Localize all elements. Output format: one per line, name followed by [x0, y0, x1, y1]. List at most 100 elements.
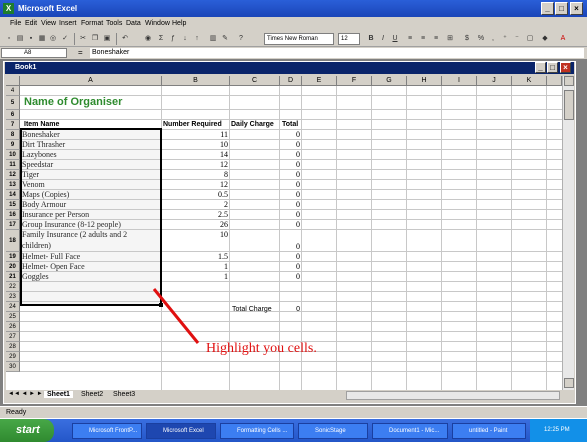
cell[interactable]: 0	[280, 150, 300, 159]
scroll-up-icon[interactable]	[564, 76, 574, 86]
row-header[interactable]: 22	[6, 282, 20, 292]
col-header-i[interactable]: I	[442, 76, 477, 86]
undo-icon[interactable]: ↶	[120, 34, 130, 44]
formula-input[interactable]: Boneshaker	[90, 48, 584, 58]
task-paint[interactable]: untitled - Paint	[452, 423, 526, 439]
row-header[interactable]: 8	[6, 130, 20, 140]
cell[interactable]: 12	[162, 180, 228, 189]
menu-tools[interactable]: Tools	[106, 20, 122, 27]
tab-sheet3[interactable]: Sheet3	[110, 391, 138, 398]
col-header-j[interactable]: J	[477, 76, 512, 86]
col-header-g[interactable]: G	[372, 76, 407, 86]
col-header-h[interactable]: H	[407, 76, 442, 86]
borders-icon[interactable]: ▢	[525, 34, 535, 44]
align-left-icon[interactable]: ≡	[405, 34, 415, 44]
row-header[interactable]: 12	[6, 170, 20, 180]
menu-edit[interactable]: Edit	[25, 20, 37, 27]
cell[interactable]: 0	[280, 140, 300, 149]
row-header[interactable]: 26	[6, 322, 20, 332]
spreadsheet-grid[interactable]: A B C D E F G H I J K 4 5 6 7 8 9 10 11 12 13 14 15…	[6, 76, 562, 390]
decrease-decimal-icon[interactable]: ⁻	[512, 34, 522, 44]
cell[interactable]: 0	[280, 170, 300, 179]
chart-icon[interactable]: ▥	[208, 34, 218, 44]
col-header-c[interactable]: C	[230, 76, 280, 86]
cell[interactable]: 1	[162, 272, 228, 281]
underline-icon[interactable]: U	[390, 34, 400, 44]
row-header[interactable]: 23	[6, 292, 20, 302]
cell[interactable]: 0	[280, 190, 300, 199]
copy-icon[interactable]: ❐	[90, 34, 100, 44]
row-header[interactable]: 18	[6, 230, 20, 252]
row-header[interactable]: 25	[6, 312, 20, 322]
menu-view[interactable]: View	[41, 20, 56, 27]
autosum-icon[interactable]: Σ	[156, 34, 166, 44]
task-document1[interactable]: Document1 - Mic...	[372, 423, 448, 439]
menu-file[interactable]: File	[10, 20, 21, 27]
tab-nav-icon[interactable]: ◄◄ ◄ ► ►►	[8, 391, 49, 397]
col-header-e[interactable]: E	[302, 76, 337, 86]
print-icon[interactable]: ▦	[37, 34, 47, 44]
save-icon[interactable]: ▪	[26, 34, 36, 44]
percent-icon[interactable]: %	[476, 34, 486, 44]
cell[interactable]: 0	[280, 272, 300, 281]
cell[interactable]: 2.5	[162, 210, 228, 219]
cell[interactable]: 0	[280, 220, 300, 229]
menu-window[interactable]: Window	[145, 20, 170, 27]
row-header[interactable]: 21	[6, 272, 20, 282]
new-icon[interactable]: ▫	[4, 34, 14, 44]
font-color-icon[interactable]: A	[558, 34, 568, 44]
cell[interactable]: 11	[162, 130, 228, 139]
row-header[interactable]: 13	[6, 180, 20, 190]
select-all-corner[interactable]	[6, 76, 20, 86]
hyperlink-icon[interactable]: ◉	[143, 34, 153, 44]
cell[interactable]: 0	[280, 130, 300, 139]
wb-close-button[interactable]: ×	[560, 62, 571, 73]
row-header[interactable]: 30	[6, 362, 20, 372]
cell[interactable]: 8	[162, 170, 228, 179]
fill-color-icon[interactable]: ◆	[540, 34, 550, 44]
cell[interactable]: 1	[162, 262, 228, 271]
wb-restore-button[interactable]: □	[547, 62, 558, 73]
cell[interactable]: 0	[280, 180, 300, 189]
cell[interactable]: 0	[280, 160, 300, 169]
maximize-button[interactable]: □	[555, 2, 568, 15]
print-preview-icon[interactable]: ◎	[48, 34, 58, 44]
task-sonicstage[interactable]: SonicStage	[298, 423, 368, 439]
font-size-select[interactable]: 12	[338, 33, 360, 45]
wb-minimize-button[interactable]: _	[535, 62, 546, 73]
horizontal-scrollbar[interactable]	[346, 391, 560, 400]
row-header[interactable]: 28	[6, 342, 20, 352]
col-header-l[interactable]	[547, 76, 562, 86]
col-header-b[interactable]: B	[162, 76, 230, 86]
font-select[interactable]: Times New Roman	[264, 33, 334, 45]
tab-sheet1[interactable]: Sheet1	[44, 391, 73, 398]
col-header-a[interactable]: A	[20, 76, 162, 86]
align-center-icon[interactable]: ≡	[418, 34, 428, 44]
currency-icon[interactable]: $	[462, 34, 472, 44]
cell[interactable]: 0	[280, 210, 300, 219]
start-button[interactable]: start	[0, 419, 54, 442]
row-header[interactable]: 6	[6, 110, 20, 120]
comma-icon[interactable]: ,	[488, 34, 498, 44]
cell[interactable]: 26	[162, 220, 228, 229]
cell[interactable]: 12	[162, 160, 228, 169]
open-icon[interactable]: ▤	[15, 34, 25, 44]
cell[interactable]: 14	[162, 150, 228, 159]
sort-asc-icon[interactable]: ↓	[180, 34, 190, 44]
cell[interactable]: 0.5	[162, 190, 228, 199]
tab-sheet2[interactable]: Sheet2	[78, 391, 106, 398]
close-button[interactable]: ×	[570, 2, 583, 15]
row-header[interactable]: 17	[6, 220, 20, 230]
row-header[interactable]: 5	[6, 96, 20, 110]
row-header[interactable]: 7	[6, 120, 20, 130]
task-formatting-cells[interactable]: Formatting Cells ...	[220, 423, 294, 439]
cut-icon[interactable]: ✂	[78, 34, 88, 44]
menu-help[interactable]: Help	[172, 20, 186, 27]
excel-icon[interactable]: X	[3, 3, 14, 14]
paste-icon[interactable]: ▣	[102, 34, 112, 44]
cell[interactable]: 0	[280, 252, 300, 261]
row-header[interactable]: 19	[6, 252, 20, 262]
cell[interactable]: 0	[280, 262, 300, 271]
cell[interactable]: 1.5	[162, 252, 228, 261]
cell[interactable]: 10	[162, 140, 228, 149]
